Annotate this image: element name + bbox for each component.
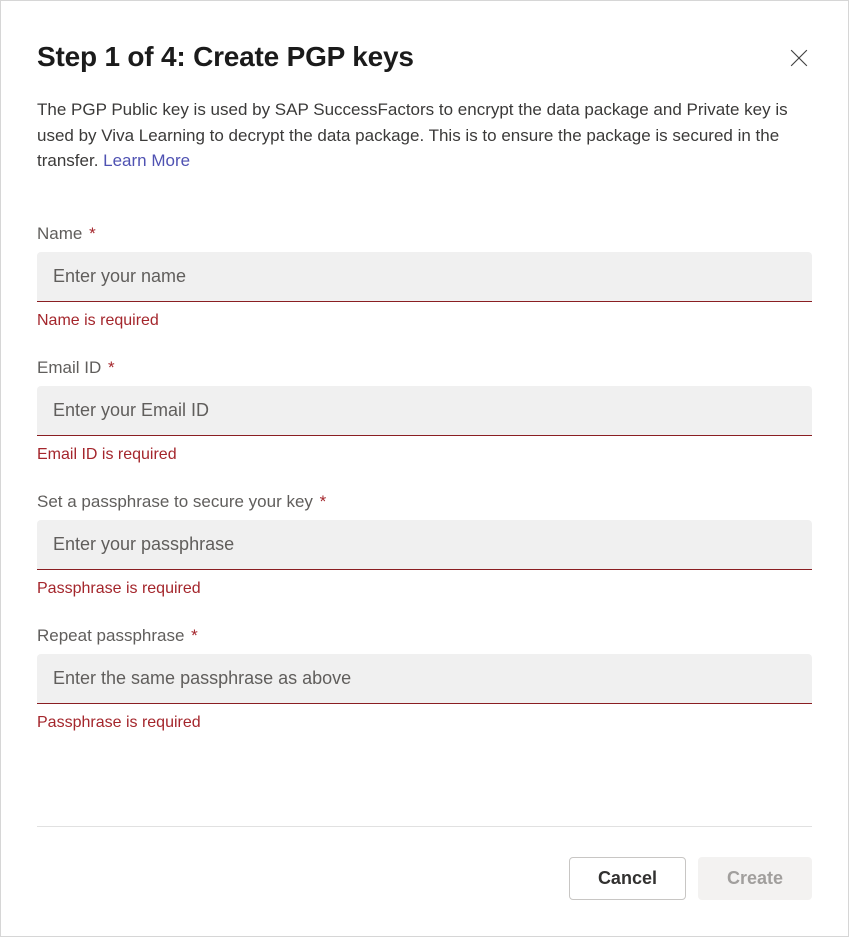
cancel-button[interactable]: Cancel — [569, 857, 686, 900]
close-icon — [790, 49, 808, 67]
repeat-passphrase-field-group: Repeat passphrase * Passphrase is requir… — [37, 626, 812, 732]
repeat-passphrase-input[interactable] — [37, 654, 812, 704]
required-marker: * — [89, 224, 96, 243]
required-marker: * — [108, 358, 115, 377]
required-marker: * — [191, 626, 198, 645]
name-field-group: Name * Name is required — [37, 224, 812, 330]
passphrase-label: Set a passphrase to secure your key * — [37, 492, 812, 512]
close-button[interactable] — [786, 45, 812, 71]
dialog-footer: Cancel Create — [37, 826, 812, 900]
name-error: Name is required — [37, 312, 812, 330]
learn-more-link[interactable]: Learn More — [103, 151, 190, 170]
email-error: Email ID is required — [37, 446, 812, 464]
dialog-title: Step 1 of 4: Create PGP keys — [37, 41, 414, 73]
passphrase-field-group: Set a passphrase to secure your key * Pa… — [37, 492, 812, 598]
dialog-description: The PGP Public key is used by SAP Succes… — [37, 97, 812, 174]
repeat-passphrase-error: Passphrase is required — [37, 714, 812, 732]
passphrase-input[interactable] — [37, 520, 812, 570]
create-button[interactable]: Create — [698, 857, 812, 900]
repeat-passphrase-label: Repeat passphrase * — [37, 626, 812, 646]
required-marker: * — [320, 492, 327, 511]
email-label: Email ID * — [37, 358, 812, 378]
pgp-keys-dialog: Step 1 of 4: Create PGP keys The PGP Pub… — [0, 0, 849, 937]
email-field-group: Email ID * Email ID is required — [37, 358, 812, 464]
dialog-header: Step 1 of 4: Create PGP keys — [37, 41, 812, 73]
name-label: Name * — [37, 224, 812, 244]
name-input[interactable] — [37, 252, 812, 302]
passphrase-error: Passphrase is required — [37, 580, 812, 598]
email-input[interactable] — [37, 386, 812, 436]
